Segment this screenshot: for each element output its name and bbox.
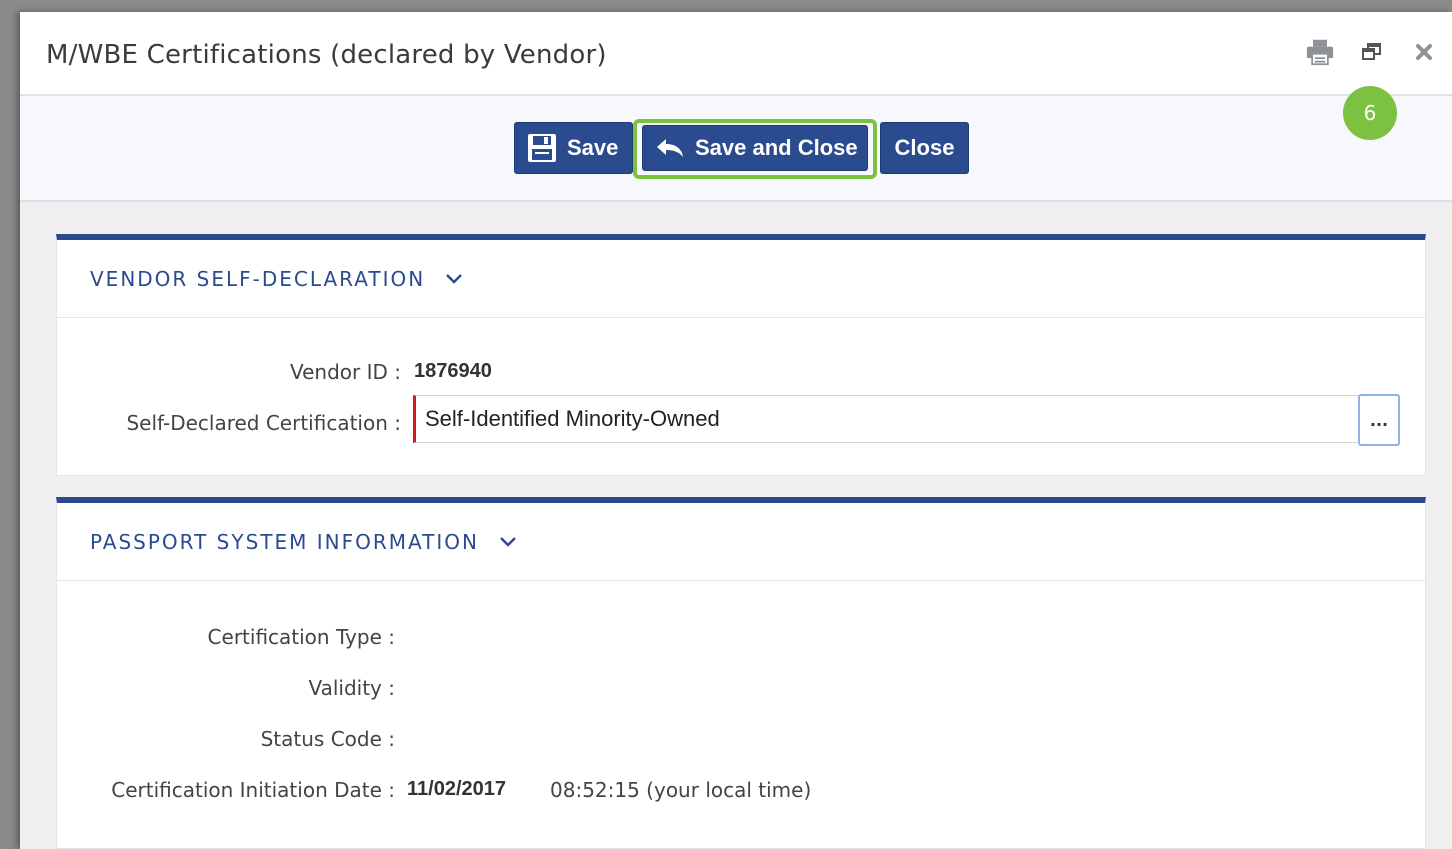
initiation-date-row: Certification Initiation Date : 11/02/20…	[57, 778, 1425, 808]
self-declared-certification-field[interactable]: Self-Identified Minority-Owned ...	[413, 394, 1400, 446]
window-titlebar: M/WBE Certifications (declared by Vendor…	[20, 12, 1452, 96]
certification-type-label: Certification Type :	[207, 625, 395, 649]
save-and-close-label: Save and Close	[695, 135, 858, 160]
certification-value: Self-Identified Minority-Owned	[425, 406, 720, 431]
vendor-self-declaration-panel: VENDOR SELF-DECLARATION Vendor ID : 1876…	[56, 234, 1426, 476]
restore-window-icon[interactable]	[1358, 38, 1386, 66]
passport-section-header[interactable]: PASSPORT SYSTEM INFORMATION	[57, 503, 1425, 581]
mwbe-certifications-window: M/WBE Certifications (declared by Vendor…	[20, 12, 1452, 849]
step-badge: 6	[1343, 86, 1397, 140]
save-button-label: Save	[567, 135, 619, 160]
save-and-close-button[interactable]: Save and Close	[642, 125, 868, 171]
action-toolbar: Save 6 Save and Close Close	[20, 86, 1452, 202]
close-window-icon[interactable]	[1410, 38, 1438, 66]
vendor-id-value: 1876940	[414, 360, 492, 382]
validity-row: Validity :	[57, 676, 1425, 706]
floppy-disk-icon	[528, 134, 556, 162]
print-icon[interactable]	[1306, 38, 1334, 66]
validity-label: Validity :	[308, 676, 395, 700]
status-code-row: Status Code :	[57, 727, 1425, 757]
window-controls	[1306, 38, 1438, 66]
status-code-label: Status Code :	[260, 727, 395, 751]
passport-section-title: PASSPORT SYSTEM INFORMATION	[90, 529, 479, 554]
chevron-down-icon[interactable]	[499, 533, 517, 551]
passport-system-info-panel: PASSPORT SYSTEM INFORMATION Certificatio…	[56, 497, 1426, 849]
certification-label: Self-Declared Certification :	[126, 411, 401, 435]
close-button-label: Close	[894, 135, 955, 160]
vendor-id-row: Vendor ID : 1876940	[57, 360, 1425, 390]
close-button[interactable]: Close	[880, 122, 969, 174]
vendor-section-header[interactable]: VENDOR SELF-DECLARATION	[57, 240, 1425, 318]
reply-arrow-icon	[657, 139, 683, 157]
save-button[interactable]: Save	[514, 122, 633, 174]
vendor-id-label: Vendor ID :	[289, 360, 401, 384]
vendor-section-title: VENDOR SELF-DECLARATION	[90, 266, 426, 291]
lookup-ellipsis-button[interactable]: ...	[1358, 394, 1400, 446]
initiation-date-value: 11/02/2017	[407, 778, 506, 800]
window-title: M/WBE Certifications (declared by Vendor…	[46, 40, 607, 70]
initiation-date-label: Certification Initiation Date :	[111, 778, 395, 802]
certification-type-row: Certification Type :	[57, 625, 1425, 655]
chevron-down-icon[interactable]	[445, 270, 463, 288]
initiation-time-value: 08:52:15 (your local time)	[550, 778, 812, 802]
